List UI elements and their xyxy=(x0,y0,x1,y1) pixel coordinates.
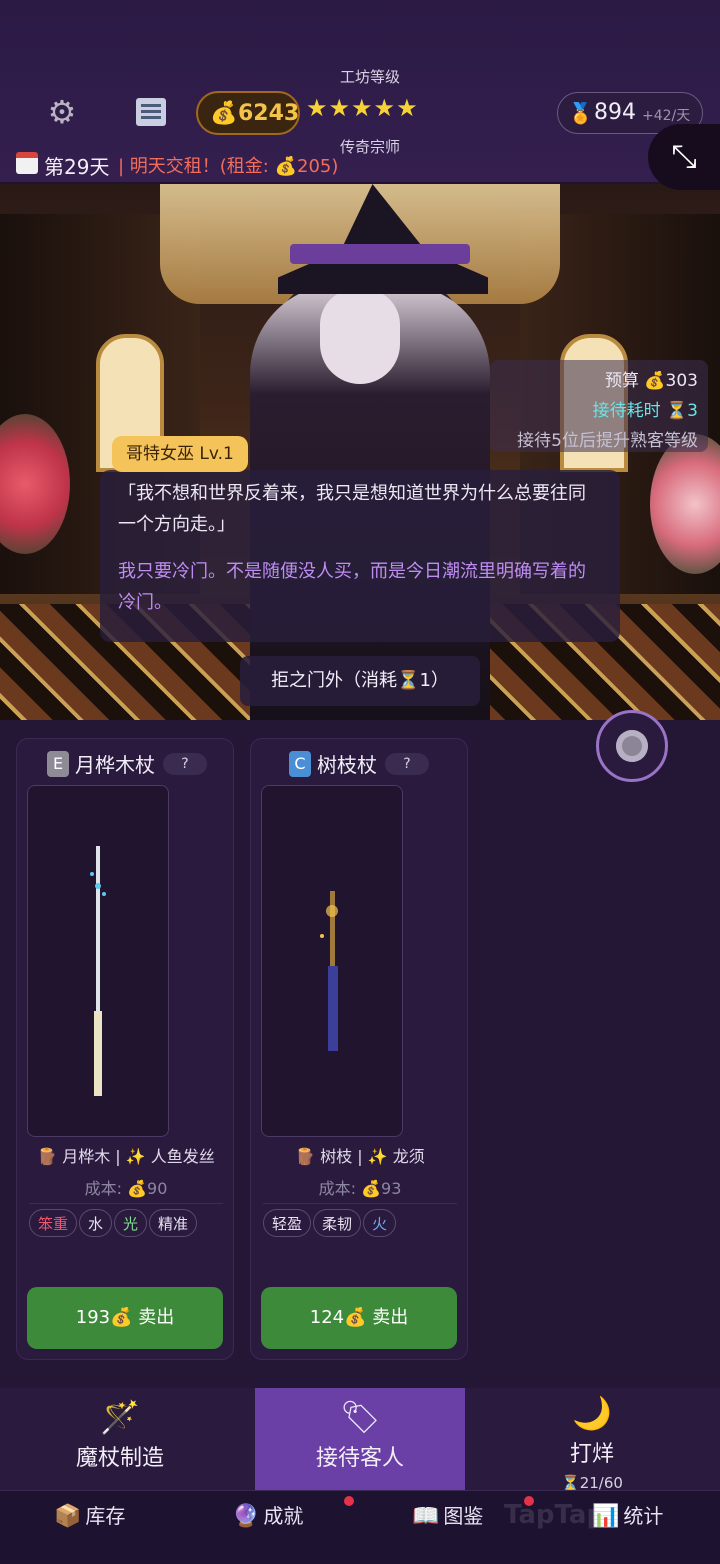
sell-button[interactable]: 124💰 卖出 xyxy=(261,1287,457,1349)
stats-link[interactable]: 📊 统计 xyxy=(592,1500,663,1529)
help-button[interactable]: ? xyxy=(385,753,429,775)
wand-tags: 笨重水光精准 xyxy=(29,1209,229,1237)
reject-customer-button[interactable]: 拒之门外（消耗⏳1） xyxy=(240,656,480,706)
notification-dot xyxy=(344,1496,354,1506)
rank-title: 传奇宗师 xyxy=(339,138,400,156)
level-stars: ★★★★★ xyxy=(306,94,419,122)
branch-wand-image xyxy=(320,891,338,1051)
achievements-label: 成就 xyxy=(263,1504,304,1528)
wand-name: 月桦木杖 xyxy=(75,753,155,777)
stats-label: 统计 xyxy=(623,1504,664,1528)
codex-label: 图鉴 xyxy=(443,1504,484,1528)
gold-value: 6243 xyxy=(238,101,300,126)
medal-value: 894 xyxy=(594,100,636,125)
calendar-icon xyxy=(16,152,38,174)
gold-counter: 💰 6243 xyxy=(196,91,300,135)
customer-budget: 预算 💰303 xyxy=(604,371,698,391)
medal-icon: 🏅 xyxy=(568,101,593,125)
day-counter: 第29天 xyxy=(44,155,110,179)
tag-icon: 🏷 xyxy=(339,1398,381,1436)
wand-preview xyxy=(261,785,403,1137)
box-icon: 📦 xyxy=(54,1504,82,1529)
trait-tag: 精准 xyxy=(149,1209,198,1237)
sell-button[interactable]: 193💰 卖出 xyxy=(27,1287,223,1349)
grade-badge: C xyxy=(289,751,311,777)
wand-materials: 🪵 树枝 | ✨ 龙须 xyxy=(295,1147,425,1166)
medal-rate: +42/天 xyxy=(642,108,691,124)
serve-time-cost: 接待耗时 ⏳3 xyxy=(592,401,698,421)
wand-card[interactable]: C 树枝杖 ? 🪵 树枝 | ✨ 龙须 成本: 💰93 轻盈 柔韧火 124💰 卖… xyxy=(250,738,468,1360)
watermark: TapTap xyxy=(504,1500,606,1530)
tab-label: 打烊 xyxy=(569,1442,614,1467)
tab-label: 接待客人 xyxy=(315,1446,404,1471)
book-icon: 📖 xyxy=(412,1504,440,1529)
shop-scene: 预算 💰303 接待耗时 ⏳3 接待5位后提升熟客等级 哥特女巫 Lv.1 「我… xyxy=(0,184,720,720)
crystal-ball-icon: 🔮 xyxy=(232,1504,260,1529)
tab-serve-customer[interactable]: 🏷 接待客人 xyxy=(255,1388,465,1490)
chart-icon: 📊 xyxy=(592,1504,620,1529)
help-button[interactable]: ? xyxy=(163,753,207,775)
divider xyxy=(29,1203,223,1204)
inventory-link[interactable]: 📦 库存 xyxy=(54,1500,125,1529)
grade-badge: E xyxy=(47,751,69,777)
trait-tag: 轻盈 xyxy=(263,1209,312,1237)
wand-card[interactable]: E 月桦木杖 ? 🪵 月桦木 | ✨ 人鱼发丝 成本: 💰90 笨重水光精准 1… xyxy=(16,738,234,1360)
wand-cost: 成本: 💰90 xyxy=(84,1179,168,1198)
moon-birch-wand-image xyxy=(90,846,106,1096)
gear-icon[interactable]: ⚙ xyxy=(44,94,80,130)
codex-link[interactable]: 📖 图鉴 xyxy=(412,1500,483,1529)
divider xyxy=(263,1203,457,1204)
wand-materials: 🪵 月桦木 | ✨ 人鱼发丝 xyxy=(37,1147,215,1166)
tab-label: 魔杖制造 xyxy=(75,1446,164,1471)
wand-preview xyxy=(27,785,169,1137)
rent-notice: | 明天交租！(租金: 💰205) xyxy=(118,156,339,177)
target-icon[interactable] xyxy=(596,710,668,782)
wand-tags: 轻盈 柔韧火 xyxy=(263,1209,463,1237)
customer-face xyxy=(320,289,400,384)
trait-tag: 光 xyxy=(114,1209,148,1237)
customer-quote: 「我不想和世界反着来，我只是想知道世界为什么总要往同一个方向走。」 xyxy=(118,483,586,535)
moon-icon: 🌙 xyxy=(572,1394,612,1432)
tab-craft-wand[interactable]: 🪄 魔杖制造 xyxy=(0,1388,240,1490)
newspaper-icon[interactable] xyxy=(136,98,166,126)
trait-tag: 柔韧 xyxy=(313,1209,362,1237)
regular-level-hint: 接待5位后提升熟客等级 xyxy=(517,431,698,451)
trait-tag: 笨重 xyxy=(29,1209,78,1237)
wand-cost: 成本: 💰93 xyxy=(318,1179,402,1198)
inventory-label: 库存 xyxy=(85,1504,126,1528)
customer-request: 我只要冷门。不是随便没人买，而是今日潮流里明确写着的冷门。 xyxy=(118,561,586,613)
trait-tag: 水 xyxy=(79,1209,113,1237)
money-bag-icon: 💰 xyxy=(210,101,238,126)
workshop-level-label: 工坊等级 xyxy=(339,68,400,86)
wand-name: 树枝杖 xyxy=(317,753,377,777)
trait-tag: 火 xyxy=(363,1209,397,1237)
collapse-icon[interactable]: ⤡ xyxy=(648,124,720,190)
hat-band xyxy=(290,244,470,264)
magic-wand-icon: 🪄 xyxy=(100,1398,140,1436)
customer-name-tag: 哥特女巫 Lv.1 xyxy=(112,436,248,472)
achievements-link[interactable]: 🔮 成就 xyxy=(232,1500,303,1529)
